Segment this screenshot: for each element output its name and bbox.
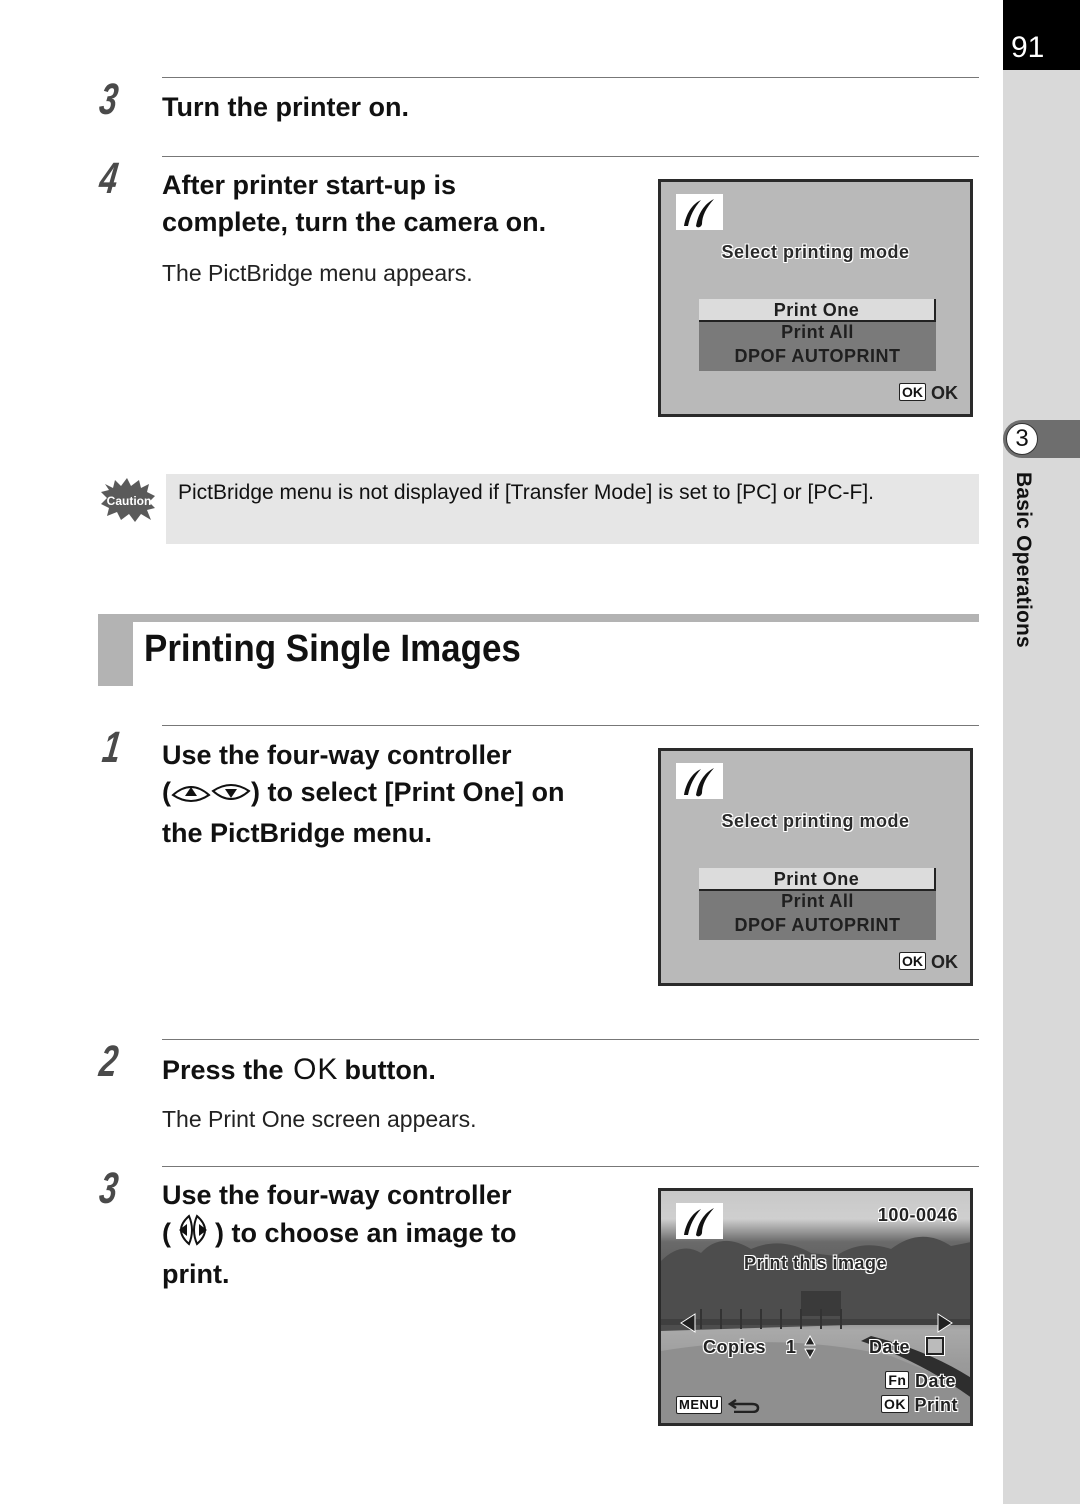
menu-option-dpof-autoprint[interactable]: DPOF AUTOPRINT	[699, 915, 936, 936]
pictbridge-logo-icon	[676, 1203, 723, 1239]
step-divider	[162, 1166, 979, 1167]
step-description: The Print One screen appears.	[162, 1106, 477, 1132]
step-heading-line: Use the four-way controller	[162, 740, 512, 770]
ok-hint: OK OK	[898, 952, 958, 973]
date-checkbox[interactable]	[925, 1336, 945, 1356]
chapter-label: Basic Operations	[1012, 472, 1035, 648]
menu-option-dpof-autoprint[interactable]: DPOF AUTOPRINT	[699, 346, 936, 367]
ok-key-icon: OK	[898, 383, 926, 401]
ok-hint: OK OK	[898, 383, 958, 404]
chapter-sidebar	[1003, 0, 1080, 1504]
fn-date-hint: Fn Date	[885, 1371, 956, 1392]
page-number: 91	[1003, 0, 1080, 70]
chapter-number: 3	[1006, 423, 1038, 455]
up-button-icon	[171, 778, 211, 815]
step-divider	[162, 156, 979, 157]
section-marker	[98, 614, 133, 686]
pictbridge-logo-icon	[676, 763, 723, 799]
next-image-arrow-icon[interactable]	[936, 1313, 954, 1338]
file-number: 100-0046	[877, 1205, 958, 1225]
step-number: 1	[99, 723, 125, 772]
step-heading-line: () to choose an image to	[162, 1214, 517, 1256]
fn-hint-label: Date	[914, 1371, 956, 1391]
copies-label: Copies	[703, 1337, 767, 1357]
down-button-icon	[211, 778, 251, 815]
camera-screen-print-one: 100-0046 Print this image Copies 1 Date …	[658, 1188, 973, 1426]
previous-image-arrow-icon[interactable]	[679, 1313, 697, 1338]
step-heading-text: button.	[344, 1055, 436, 1085]
menu-key-icon: MENU	[676, 1396, 723, 1414]
camera-screen-select-mode: Select printing mode Print One Print All…	[658, 179, 973, 417]
step-number: 4	[96, 154, 122, 203]
screen-title: Select printing mode	[721, 811, 910, 831]
ok-hint-label: OK	[931, 952, 958, 972]
printing-mode-menu: Print One Print All DPOF AUTOPRINT	[699, 868, 936, 940]
step-heading-line: print.	[162, 1259, 230, 1289]
step-number: 3	[96, 75, 122, 124]
fn-key-icon: Fn	[885, 1371, 910, 1389]
section-rule	[98, 614, 979, 622]
screen-title: Print this image	[743, 1253, 888, 1273]
menu-option-print-one[interactable]: Print One	[699, 299, 936, 322]
step-heading-text: ) to select [Print One] on	[251, 777, 565, 807]
caution-text: PictBridge menu is not displayed if [Tra…	[178, 481, 874, 504]
screen-title: Select printing mode	[721, 242, 910, 262]
step-divider	[162, 725, 979, 726]
ok-hint-label: Print	[914, 1395, 958, 1415]
step-heading-line: After printer start-up is	[162, 170, 457, 200]
right-button-icon	[193, 1214, 215, 1256]
step-heading: After printer start-up is complete, turn…	[162, 167, 546, 241]
menu-option-print-one[interactable]: Print One	[699, 868, 936, 891]
left-button-icon	[171, 1214, 193, 1256]
step-heading-text: Press the	[162, 1055, 284, 1085]
ok-button-icon: OK	[293, 1053, 339, 1086]
section-title: Printing Single Images	[144, 628, 521, 670]
step-heading-line: complete, turn the camera on.	[162, 207, 547, 237]
menu-option-print-all[interactable]: Print All	[699, 891, 936, 912]
step-heading: Use the four-way controller () to select…	[162, 737, 565, 852]
step-divider	[162, 1039, 979, 1040]
ok-print-hint: OK Print	[880, 1395, 958, 1416]
step-divider	[162, 77, 979, 78]
pictbridge-logo-icon	[676, 194, 723, 230]
caution-icon-label: Caution	[107, 494, 152, 508]
menu-back-hint: MENU	[676, 1395, 760, 1416]
step-description: The PictBridge menu appears.	[162, 260, 473, 286]
step-heading: Press the OK button.	[162, 1051, 436, 1089]
ok-key-icon: OK	[898, 952, 926, 970]
back-arrow-icon	[727, 1395, 760, 1415]
step-number: 3	[96, 1164, 122, 1213]
step-heading: Use the four-way controller () to choose…	[162, 1177, 517, 1293]
step-heading-line: Use the four-way controller	[162, 1180, 512, 1210]
step-heading-text: ) to choose an image to	[215, 1218, 517, 1248]
ok-key-icon: OK	[880, 1395, 909, 1413]
step-heading-line: () to select [Print One] on	[162, 774, 565, 815]
copies-stepper-icon[interactable]	[804, 1334, 816, 1364]
step-heading: Turn the printer on.	[162, 92, 409, 122]
date-label: Date	[869, 1337, 911, 1357]
printing-mode-menu: Print One Print All DPOF AUTOPRINT	[699, 299, 936, 371]
camera-screen-select-mode-2: Select printing mode Print One Print All…	[658, 748, 973, 986]
caution-icon: Caution	[101, 478, 157, 522]
step-number: 2	[96, 1037, 122, 1086]
ok-hint-label: OK	[931, 383, 958, 403]
step-heading-line: the PictBridge menu.	[162, 818, 433, 848]
copies-value[interactable]: 1	[786, 1337, 797, 1358]
menu-option-print-all[interactable]: Print All	[699, 322, 936, 343]
